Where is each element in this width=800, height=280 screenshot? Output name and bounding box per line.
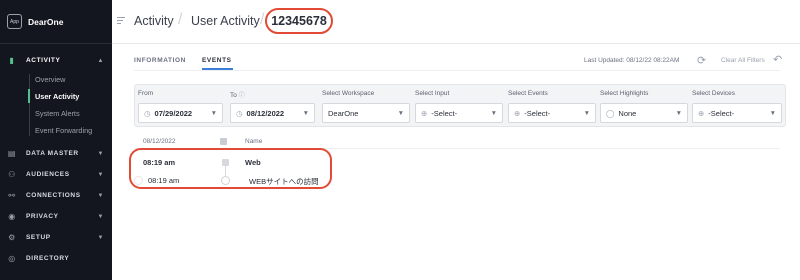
sidebar-item-user-activity[interactable]: User Activity: [35, 88, 112, 105]
chevron-down-icon: ▼: [675, 109, 682, 117]
highlight-icon: ◯: [606, 108, 615, 118]
database-icon: ▤: [7, 149, 17, 158]
event-highlight-box: [129, 148, 332, 189]
chevron-down-icon: ▼: [397, 109, 404, 117]
chevron-down-icon: ▼: [97, 234, 104, 241]
globe-icon: ◎: [8, 254, 16, 263]
highlights-select[interactable]: ◯ None ▼: [600, 103, 688, 123]
brand: App DearOne: [0, 0, 112, 44]
chevron-down-icon: ▼: [769, 109, 776, 117]
clock-icon: ◷: [144, 108, 151, 118]
tab-information[interactable]: INFORMATION: [134, 57, 186, 64]
sidebar-item-directory[interactable]: ◎ DIRECTORY: [0, 248, 112, 269]
sidebar-item-data-master[interactable]: ▤ DATA MASTER ▼: [0, 143, 112, 164]
to-date-picker[interactable]: ◷ 08/12/2022 ▼: [230, 103, 315, 123]
event-icon: ⊕: [514, 108, 521, 118]
chevron-down-icon: ▼: [490, 109, 497, 117]
menu-icon[interactable]: [117, 17, 125, 26]
input-icon: ⊕: [421, 108, 428, 118]
workspace-select[interactable]: DearOne ▼: [322, 103, 410, 123]
chevron-down-icon: ▼: [97, 213, 104, 220]
breadcrumb-user-activity[interactable]: User Activity: [191, 14, 260, 28]
sidebar: App DearOne ▮ ACTIVITY ▲ Overview User A…: [0, 0, 112, 280]
input-label: Select Input: [415, 90, 450, 97]
to-label: To ⓘ: [230, 92, 245, 99]
app-name: DearOne: [28, 16, 64, 27]
date-header: 08/12/2022: [143, 138, 176, 145]
workspace-label: Select Workspace: [322, 90, 375, 97]
sidebar-item-connections[interactable]: ⚯ CONNECTIONS ▼: [0, 185, 112, 206]
breadcrumb-user-id: 12345678: [265, 8, 333, 34]
page-header: Activity / User Activity / 12345678: [112, 0, 800, 44]
refresh-icon[interactable]: ⟳: [697, 54, 706, 67]
app-logo: App: [7, 14, 22, 29]
tabs-divider: [134, 70, 780, 71]
chevron-down-icon: ▼: [583, 109, 590, 117]
devices-select[interactable]: ⊕ -Select- ▼: [692, 103, 782, 123]
tab-events[interactable]: EVENTS: [202, 57, 232, 64]
privacy-icon: ◉: [8, 212, 16, 221]
chevron-down-icon: ▼: [97, 150, 104, 157]
devices-label: Select Devices: [692, 90, 735, 97]
chevron-down-icon: ▼: [302, 109, 309, 117]
sidebar-item-setup[interactable]: ⚙ SETUP ▼: [0, 227, 112, 248]
sidebar-item-event-forwarding[interactable]: Event Forwarding: [35, 122, 112, 139]
gear-icon: ⚙: [8, 233, 16, 242]
people-icon: ⚇: [8, 170, 16, 179]
device-icon: ⊕: [698, 108, 705, 118]
sidebar-item-privacy[interactable]: ◉ PRIVACY ▼: [0, 206, 112, 227]
from-date-picker[interactable]: ◷ 07/29/2022 ▼: [138, 103, 223, 123]
from-label: From: [138, 90, 154, 97]
name-header: Name: [245, 138, 263, 145]
last-updated-text: Last Updated: 08/12/22 08:22AM: [584, 57, 680, 64]
sidebar-item-system-alerts[interactable]: System Alerts: [35, 105, 112, 122]
breadcrumb-activity[interactable]: Activity: [134, 14, 174, 28]
subnav-track: [29, 74, 30, 136]
sidebar-item-overview[interactable]: Overview: [35, 71, 112, 88]
subnav-active-indicator: [28, 89, 30, 103]
clear-all-filters-button[interactable]: Clear All Filters: [721, 57, 765, 64]
activity-icon: ▮: [9, 56, 15, 65]
input-select[interactable]: ⊕ -Select- ▼: [415, 103, 503, 123]
sidebar-item-activity[interactable]: ▮ ACTIVITY ▲: [0, 50, 112, 71]
help-icon[interactable]: ⓘ: [239, 93, 245, 99]
chevron-down-icon: ▼: [97, 192, 104, 199]
chevron-down-icon: ▼: [210, 109, 217, 117]
events-label: Select Events: [508, 90, 548, 97]
chevron-up-icon: ▲: [97, 57, 104, 64]
select-all-checkbox[interactable]: [220, 138, 227, 145]
undo-icon[interactable]: ↶: [773, 53, 782, 66]
highlights-label: Select Highlights: [600, 90, 649, 97]
connections-icon: ⚯: [8, 191, 16, 200]
sidebar-item-audiences[interactable]: ⚇ AUDIENCES ▼: [0, 164, 112, 185]
chevron-down-icon: ▼: [97, 171, 104, 178]
activity-subnav: Overview User Activity System Alerts Eve…: [0, 71, 112, 139]
events-select[interactable]: ⊕ -Select- ▼: [508, 103, 596, 123]
breadcrumb-separator: /: [178, 11, 183, 28]
breadcrumb-separator: /: [260, 11, 265, 28]
clock-icon: ◷: [236, 108, 243, 118]
